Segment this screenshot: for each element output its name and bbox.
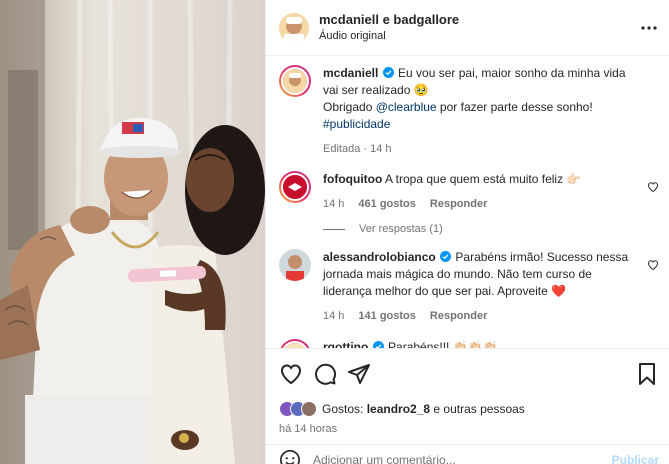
post-header: mcdaniell e badgallore Áudio original bbox=[266, 0, 669, 56]
comment-avatar[interactable] bbox=[279, 339, 311, 348]
likes-summary: Gostos: leandro2_8 e outras pessoas bbox=[279, 401, 659, 417]
audio-link[interactable]: Áudio original bbox=[319, 28, 459, 44]
caption-line2-prefix: Obrigado bbox=[323, 100, 376, 114]
comment-time: 14 h bbox=[323, 198, 345, 210]
comment-username[interactable]: rgottino bbox=[323, 340, 368, 348]
post-actions: Gostos: leandro2_8 e outras pessoas há 1… bbox=[266, 348, 669, 435]
comment-text: Parabéns!!! 👏🏻👏🏻👏🏻 bbox=[388, 340, 498, 348]
comment-likes[interactable]: 141 gostos bbox=[358, 308, 415, 325]
likes-suffix: e outras pessoas bbox=[430, 402, 525, 416]
post-photo-illustration bbox=[0, 0, 265, 464]
comment-item: rgottino Parabéns!!! 👏🏻👏🏻👏🏻 bbox=[279, 339, 659, 348]
comment-meta: 14 h 461 gostos Responder bbox=[323, 196, 639, 213]
comment-item: alessandrolobianco Parabéns irmão! Suces… bbox=[279, 249, 659, 325]
view-replies-label[interactable]: Ver respostas (1) bbox=[359, 223, 443, 235]
comment-body: fofoquitoo A tropa que quem está muito f… bbox=[323, 171, 659, 213]
caption-meta-text: Editada · 14 h bbox=[323, 143, 392, 155]
add-comment-bar: Publicar bbox=[266, 444, 669, 464]
likes-user[interactable]: leandro2_8 bbox=[367, 402, 430, 416]
verified-badge-icon bbox=[440, 251, 452, 262]
comment-time: 14 h bbox=[323, 310, 345, 322]
comment-avatar[interactable] bbox=[279, 249, 311, 281]
caption: mcdaniell Eu vou ser pai, maior sonho da… bbox=[279, 65, 659, 158]
action-icons bbox=[279, 361, 659, 387]
caption-mention-link[interactable]: @clearblue bbox=[376, 100, 437, 114]
caption-body: mcdaniell Eu vou ser pai, maior sonho da… bbox=[323, 65, 659, 158]
comment-bubble-icon[interactable] bbox=[313, 362, 337, 386]
caption-meta: Editada · 14 h bbox=[323, 141, 639, 158]
likes-prefix: Gostos: bbox=[322, 402, 367, 416]
view-replies-button[interactable]: Ver respostas (1) bbox=[323, 223, 659, 235]
comment-input[interactable] bbox=[313, 452, 612, 464]
comment-reply-button[interactable]: Responder bbox=[430, 196, 487, 213]
caption-username[interactable]: mcdaniell bbox=[323, 66, 378, 80]
verified-badge-icon bbox=[372, 341, 384, 348]
comment-item: fofoquitoo A tropa que quem está muito f… bbox=[279, 171, 659, 213]
comment-meta: 14 h 141 gostos Responder bbox=[323, 308, 639, 325]
comment-reply-button[interactable]: Responder bbox=[430, 308, 487, 325]
caption-line2-suffix: por fazer parte desse sonho! bbox=[436, 100, 593, 114]
comment-username[interactable]: fofoquitoo bbox=[323, 172, 382, 186]
comment-text: A tropa que quem está muito feliz 👉🏻 bbox=[384, 172, 582, 186]
emoji-smile-icon[interactable] bbox=[279, 449, 301, 464]
replies-divider bbox=[323, 228, 345, 230]
header-text: mcdaniell e badgallore Áudio original bbox=[319, 12, 459, 44]
heart-icon[interactable] bbox=[647, 181, 659, 193]
bookmark-icon[interactable] bbox=[635, 362, 659, 386]
post-comment-button[interactable]: Publicar bbox=[612, 453, 659, 464]
likes-text[interactable]: Gostos: leandro2_8 e outras pessoas bbox=[322, 402, 525, 416]
comments-list[interactable]: mcdaniell Eu vou ser pai, maior sonho da… bbox=[266, 57, 669, 348]
comment-body: rgottino Parabéns!!! 👏🏻👏🏻👏🏻 bbox=[323, 339, 659, 348]
caption-avatar[interactable] bbox=[279, 65, 311, 97]
comment-likes[interactable]: 461 gostos bbox=[358, 196, 415, 213]
heart-icon[interactable] bbox=[647, 259, 659, 271]
comment-username[interactable]: alessandrolobianco bbox=[323, 250, 436, 264]
caption-hashtag-link[interactable]: #publicidade bbox=[323, 117, 390, 131]
author-avatar[interactable] bbox=[279, 12, 309, 43]
author-username[interactable]: mcdaniell e badgallore bbox=[319, 12, 459, 28]
post-photo[interactable] bbox=[0, 0, 265, 464]
paper-plane-icon[interactable] bbox=[347, 362, 371, 386]
verified-badge-icon bbox=[382, 67, 394, 78]
more-dots-icon[interactable] bbox=[639, 18, 659, 38]
post-side-panel: mcdaniell e badgallore Áudio original mc… bbox=[265, 0, 669, 464]
liker-avatar[interactable] bbox=[301, 401, 317, 417]
comment-body: alessandrolobianco Parabéns irmão! Suces… bbox=[323, 249, 659, 325]
post-time[interactable]: há 14 horas bbox=[279, 423, 659, 435]
heart-icon[interactable] bbox=[279, 362, 303, 386]
comment-avatar[interactable] bbox=[279, 171, 311, 203]
